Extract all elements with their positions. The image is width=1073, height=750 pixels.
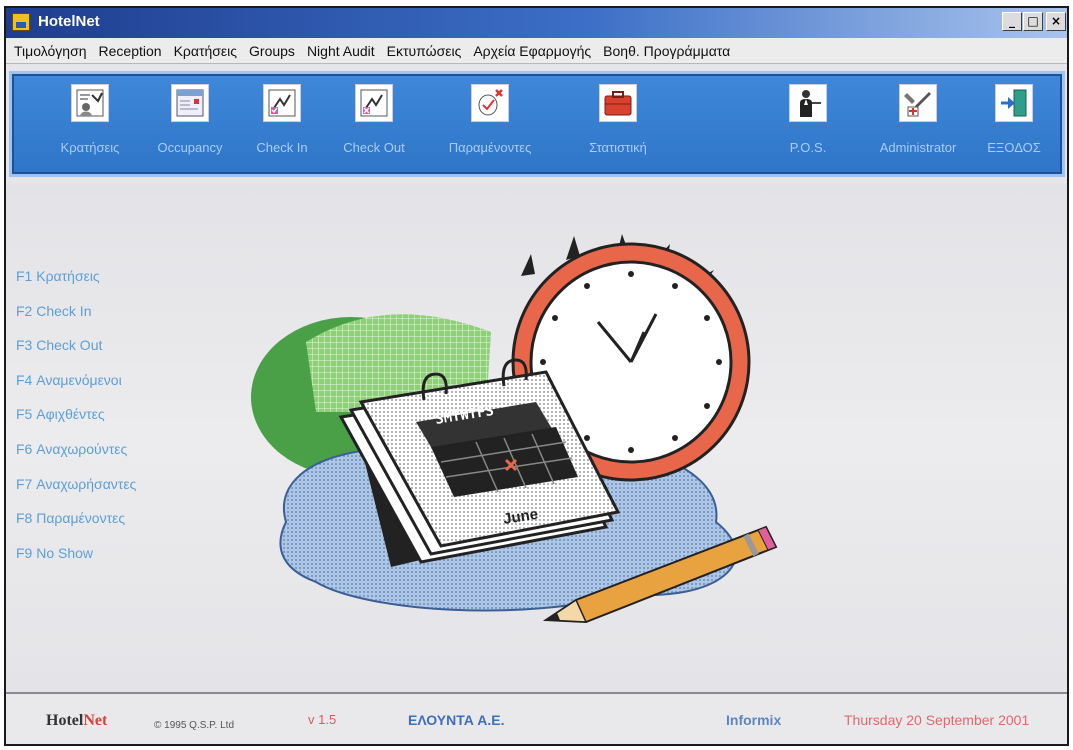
toolbar-check-in-button[interactable]: Check In xyxy=(232,82,332,168)
shortcut-f8-staying[interactable]: F8 Παραμένοντες xyxy=(16,510,136,545)
toolbar-statistics-label: Στατιστική xyxy=(589,140,647,155)
status-database: Informix xyxy=(726,712,782,728)
status-brand-net: Net xyxy=(83,712,108,729)
calendar-clock-illustration: SMTWTFS June xyxy=(251,234,778,624)
title-bar[interactable]: HotelNet _ □ × xyxy=(6,8,1067,38)
exit-door-icon xyxy=(995,84,1033,122)
shortcut-f9-no-show[interactable]: F9 No Show xyxy=(16,545,136,580)
shortcut-f4-expected[interactable]: F4 Αναμενόμενοι xyxy=(16,372,136,407)
shortcut-f6-departing[interactable]: F6 Αναχωρούντες xyxy=(16,441,136,476)
occupancy-icon xyxy=(171,84,209,122)
hotelnet-window: HotelNet _ □ × Τιμολόγηση Reception Κρατ… xyxy=(4,6,1069,746)
main-area: F1 Κρατήσεις F2 Check In F3 Check Out F4… xyxy=(6,184,1067,692)
toolbar-staying-label: Παραμένοντες xyxy=(448,140,532,155)
close-button[interactable]: × xyxy=(1046,12,1066,31)
toolbar-check-out-button[interactable]: Check Out xyxy=(324,82,424,168)
toolbar-administrator-button[interactable]: Administrator xyxy=(868,82,968,168)
shortcut-f1-reservations[interactable]: F1 Κρατήσεις xyxy=(16,268,136,303)
toolbar-staying-button[interactable]: Παραμένοντες xyxy=(440,82,540,168)
check-in-icon xyxy=(263,84,301,122)
toolbar-check-in-label: Check In xyxy=(256,140,308,155)
menu-reservations[interactable]: Κρατήσεις xyxy=(174,43,237,59)
shortcut-f7-departed[interactable]: F7 Αναχωρήσαντες xyxy=(16,476,136,511)
menu-utilities[interactable]: Βοηθ. Προγράμματα xyxy=(603,43,730,59)
minimize-button[interactable]: _ xyxy=(1002,12,1022,31)
shortcut-f3-check-out[interactable]: F3 Check Out xyxy=(16,337,136,372)
toolbar-occupancy-label: Occupancy xyxy=(157,140,223,155)
menu-bar: Τιμολόγηση Reception Κρατήσεις Groups Ni… xyxy=(6,38,1067,64)
window-title: HotelNet xyxy=(38,13,100,30)
menu-reception[interactable]: Reception xyxy=(99,43,162,59)
administrator-tools-icon xyxy=(899,84,937,122)
main-toolbar: Κρατήσεις Occupancy Check In Check Out Π xyxy=(9,71,1065,177)
status-copyright: © 1995 Q.S.P. Ltd xyxy=(154,720,235,731)
status-version: v 1.5 xyxy=(308,712,337,727)
toolbar-occupancy-button[interactable]: Occupancy xyxy=(140,82,240,168)
menu-application-files[interactable]: Αρχεία Εφαρμογής xyxy=(473,43,591,59)
status-date: Thursday 20 September 2001 xyxy=(844,712,1030,728)
status-bar: HotelNet © 1995 Q.S.P. Ltd v 1.5 ΕΛΟΥΝΤΑ… xyxy=(6,692,1067,744)
reservations-icon xyxy=(71,84,109,122)
status-company: ΕΛΟΥΝΤΑ Α.Ε. xyxy=(408,712,505,728)
maximize-button[interactable]: □ xyxy=(1023,12,1043,31)
menu-invoicing[interactable]: Τιμολόγηση xyxy=(14,43,87,59)
toolbar-pos-label: P.O.S. xyxy=(789,140,827,155)
toolbar-exit-button[interactable]: ΕΞΟΔΟΣ xyxy=(964,82,1064,168)
menu-groups[interactable]: Groups xyxy=(249,43,295,59)
menu-night-audit[interactable]: Night Audit xyxy=(307,43,375,59)
menu-prints[interactable]: Εκτυπώσεις xyxy=(387,43,462,59)
staying-guests-icon xyxy=(471,84,509,122)
status-brand-hotel: Hotel xyxy=(46,712,84,729)
toolbar-check-out-label: Check Out xyxy=(343,140,405,155)
toolbar-exit-label: ΕΞΟΔΟΣ xyxy=(987,140,1041,155)
pos-waiter-icon xyxy=(789,84,827,122)
check-out-icon xyxy=(355,84,393,122)
app-icon[interactable] xyxy=(12,13,30,31)
shortcut-f5-arrived[interactable]: F5 Αφιχθέντες xyxy=(16,406,136,441)
toolbar-statistics-button[interactable]: Στατιστική xyxy=(568,82,668,168)
shortcut-list: F1 Κρατήσεις F2 Check In F3 Check Out F4… xyxy=(16,268,136,579)
toolbar-reservations-button[interactable]: Κρατήσεις xyxy=(40,82,140,168)
toolbar-reservations-label: Κρατήσεις xyxy=(60,140,120,155)
toolbar-pos-button[interactable]: P.O.S. xyxy=(758,82,858,168)
status-brand: HotelNet xyxy=(46,712,107,730)
shortcut-f2-check-in[interactable]: F2 Check In xyxy=(16,303,136,338)
toolbar-administrator-label: Administrator xyxy=(879,140,957,155)
statistics-briefcase-icon xyxy=(599,84,637,122)
